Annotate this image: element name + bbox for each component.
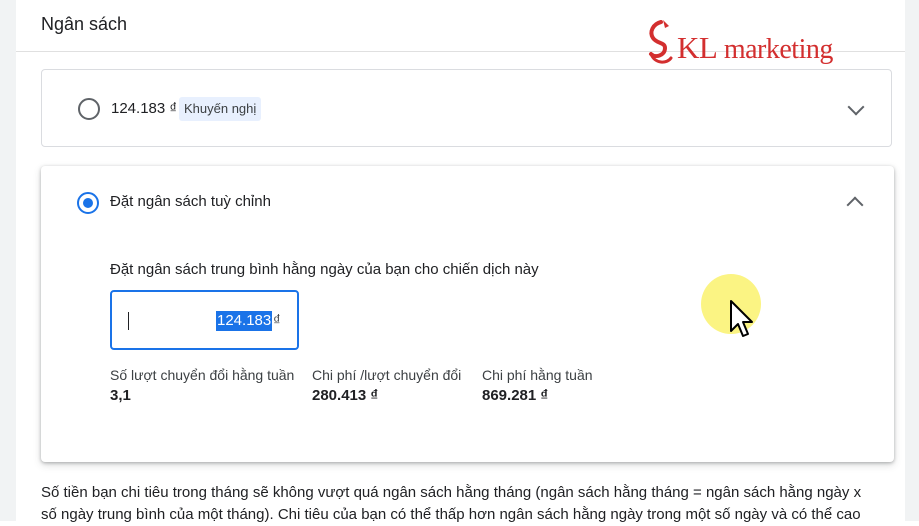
text-caret xyxy=(128,312,129,330)
recommended-budget-option[interactable]: 124.183 ₫ Khuyến nghị xyxy=(41,69,892,147)
daily-budget-input[interactable]: 124.183 ₫ xyxy=(110,290,299,350)
custom-budget-label: Đặt ngân sách tuỳ chỉnh xyxy=(110,193,271,210)
cost-per-conversion-stat: Chi phí /lượt chuyển đổi 280.413 ₫ xyxy=(312,367,461,404)
recommended-amount: 124.183 ₫ xyxy=(111,100,178,117)
recommended-radio[interactable] xyxy=(78,98,100,120)
logo-text-marketing: marketing xyxy=(717,34,834,65)
custom-radio[interactable] xyxy=(77,192,99,214)
mouse-pointer-icon xyxy=(730,300,753,337)
budget-explanation-line: Số tiền bạn chi tiêu trong tháng sẽ khôn… xyxy=(41,484,862,501)
recommended-badge: Khuyến nghị xyxy=(179,97,262,121)
page-title: Ngân sách xyxy=(41,14,128,34)
budget-explanation-line: số ngày trung bình của một tháng). Chi t… xyxy=(41,506,861,523)
stat-value: 280.413 ₫ xyxy=(312,387,379,404)
chevron-down-icon[interactable] xyxy=(847,98,865,116)
currency-suffix: ₫ xyxy=(273,312,281,329)
kl-marketing-logo: KL marketing xyxy=(643,18,858,70)
right-gutter xyxy=(905,0,919,521)
daily-budget-value[interactable]: 124.183 xyxy=(216,311,273,331)
chevron-up-icon[interactable] xyxy=(846,196,864,214)
logo-text-kl: KL xyxy=(677,30,718,65)
budget-explanation: Số tiền bạn chi tiêu trong tháng sẽ khôn… xyxy=(41,482,901,526)
stat-label: Chi phí /lượt chuyển đổi xyxy=(312,367,462,383)
logo-text: KL marketing xyxy=(677,30,833,66)
stat-label: Số lượt chuyển đổi hằng tuần xyxy=(110,367,295,383)
dragon-icon xyxy=(649,20,673,64)
stat-value: 3,1 xyxy=(110,387,131,404)
budget-instruction: Đặt ngân sách trung bình hằng ngày của b… xyxy=(110,261,539,278)
weekly-cost-stat: Chi phí hằng tuần 869.281 ₫ xyxy=(482,367,593,404)
stat-label: Chi phí hằng tuần xyxy=(482,367,593,383)
stat-value: 869.281 ₫ xyxy=(482,387,549,404)
weekly-conversions-stat: Số lượt chuyển đổi hằng tuần 3,1 xyxy=(110,367,294,404)
left-gutter xyxy=(0,0,16,521)
radio-selected-dot xyxy=(83,198,93,208)
custom-budget-option[interactable]: Đặt ngân sách tuỳ chỉnh Đặt ngân sách tr… xyxy=(41,166,894,462)
